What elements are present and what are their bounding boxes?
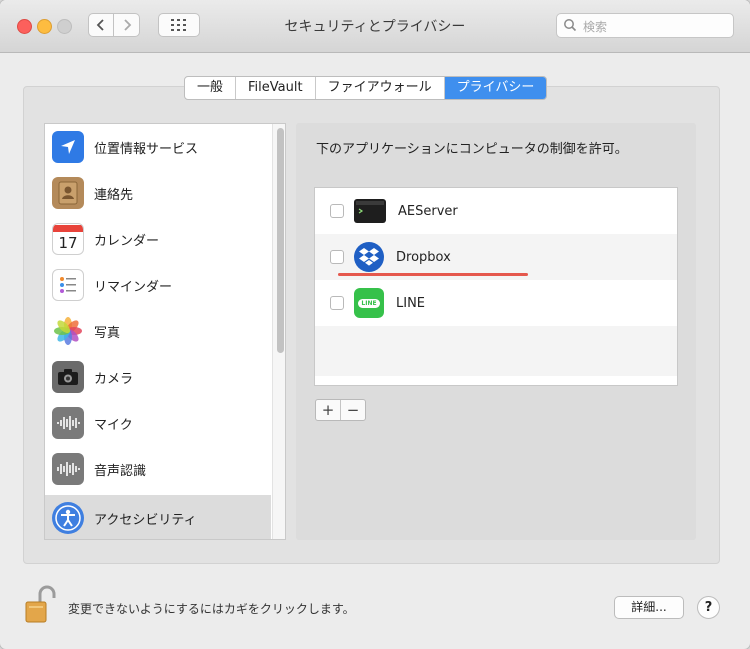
sidebar-scrollbar[interactable] <box>272 124 285 539</box>
accessibility-icon <box>52 502 84 534</box>
advanced-button[interactable]: 詳細... <box>614 596 684 619</box>
speech-recognition-icon <box>52 453 84 485</box>
search-placeholder: 検索 <box>583 20 608 34</box>
app-checkbox[interactable] <box>330 296 344 310</box>
calendar-icon: 17 <box>52 223 84 255</box>
remove-app-button[interactable]: − <box>341 400 365 420</box>
sidebar-item-photos[interactable]: 写真 <box>45 308 271 354</box>
photos-icon <box>52 315 84 347</box>
sidebar-item-label: アクセシビリティ <box>94 512 197 528</box>
search-field[interactable]: 検索 <box>556 13 734 38</box>
app-checkbox[interactable] <box>330 250 344 264</box>
sidebar-item-contacts[interactable]: 連絡先 <box>45 170 271 216</box>
search-icon <box>564 19 577 32</box>
sidebar-item-label: 音声認識 <box>94 463 147 479</box>
sidebar-item-camera[interactable]: カメラ <box>45 354 271 400</box>
app-list-empty-row <box>315 326 677 376</box>
camera-icon <box>52 361 84 393</box>
app-name: AEServer <box>398 203 458 219</box>
sidebar-item-label: カメラ <box>94 371 134 387</box>
annotation-underline <box>338 273 528 276</box>
pane-description: 下のアプリケーションにコンピュータの制御を許可。 <box>316 142 628 157</box>
dropbox-icon <box>354 242 384 272</box>
contacts-icon <box>52 177 84 209</box>
preferences-window: セキュリティとプライバシー 検索 一般 FileVault ファイアウォール プ… <box>0 0 750 649</box>
sidebar-item-accessibility[interactable]: アクセシビリティ <box>45 495 271 539</box>
sidebar-item-speech-recognition[interactable]: 音声認識 <box>45 446 271 492</box>
sidebar-item-label: 写真 <box>94 325 121 341</box>
add-remove-control: + − <box>315 399 366 421</box>
tab-privacy[interactable]: プライバシー <box>444 77 547 99</box>
sidebar-item-label: 連絡先 <box>94 187 134 203</box>
app-row-aeserver[interactable]: AEServer <box>315 188 677 234</box>
unlocked-padlock-icon <box>25 585 56 623</box>
title-bar: セキュリティとプライバシー 検索 <box>0 0 750 53</box>
tab-filevault[interactable]: FileVault <box>236 77 316 99</box>
sidebar-item-label: マイク <box>94 417 133 433</box>
sidebar-item-reminders[interactable]: リマインダー <box>45 262 271 308</box>
terminal-icon <box>354 199 386 223</box>
sidebar-item-label: 位置情報サービス <box>94 141 199 157</box>
tab-bar: 一般 FileVault ファイアウォール プライバシー <box>184 76 548 100</box>
app-name: Dropbox <box>396 249 451 265</box>
tab-general[interactable]: 一般 <box>185 77 237 99</box>
add-app-button[interactable]: + <box>316 400 341 420</box>
sidebar-item-label: カレンダー <box>94 233 160 249</box>
microphone-icon <box>52 407 84 439</box>
app-row-line[interactable]: LINE LINE <box>315 280 677 326</box>
scroll-thumb[interactable] <box>277 128 284 353</box>
line-icon: LINE <box>354 288 384 318</box>
line-icon-text: LINE <box>358 298 380 308</box>
sidebar-item-location-services[interactable]: 位置情報サービス <box>45 124 271 170</box>
sidebar-item-calendar[interactable]: 17 カレンダー <box>45 216 271 262</box>
tab-firewall[interactable]: ファイアウォール <box>316 77 445 99</box>
lock-message: 変更できないようにするにはカギをクリックします。 <box>68 602 355 616</box>
privacy-category-list[interactable]: 位置情報サービス 連絡先 17 カレンダー リマインダー 写真 カメラ マイク … <box>44 123 286 540</box>
app-list[interactable]: AEServer Dropbox LINE LINE <box>314 187 678 386</box>
help-button[interactable]: ? <box>697 596 720 619</box>
app-name: LINE <box>396 295 426 311</box>
reminders-icon <box>52 269 84 301</box>
location-icon <box>52 131 84 163</box>
app-checkbox[interactable] <box>330 204 344 218</box>
sidebar-item-label: リマインダー <box>94 279 173 295</box>
sidebar-item-microphone[interactable]: マイク <box>45 400 271 446</box>
lock-button[interactable] <box>24 584 58 624</box>
calendar-icon-date: 17 <box>58 233 78 252</box>
